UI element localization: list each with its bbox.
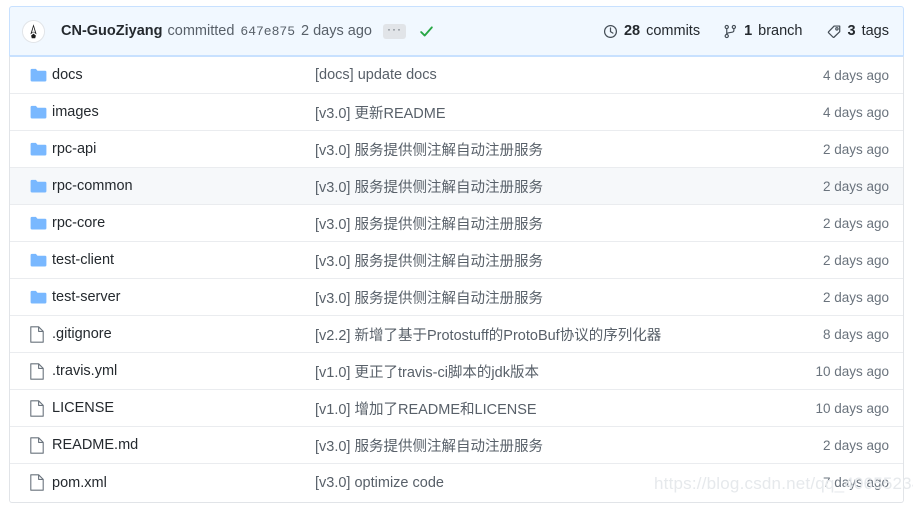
folder-icon bbox=[22, 290, 52, 305]
file-name-link[interactable]: .gitignore bbox=[52, 326, 315, 342]
commits-count: 28 bbox=[623, 23, 641, 39]
branches-label: branch bbox=[758, 23, 803, 39]
file-list: docs [docs] update docs 4 days ago images [v… bbox=[9, 56, 904, 503]
tags-label: tags bbox=[861, 23, 889, 39]
table-row[interactable]: LICENSE [v1.0] 增加了README和LICENSE 10 days a… bbox=[10, 390, 903, 427]
commit-age: 10 days ago bbox=[815, 400, 889, 416]
commit-age: 2 days ago bbox=[822, 437, 889, 453]
commit-sha[interactable]: 647e875 bbox=[240, 24, 295, 39]
table-row[interactable]: .travis.yml [v1.0] 更正了travis-ci脚本的jdk版本 10… bbox=[10, 353, 903, 390]
commit-age: 2 days ago bbox=[822, 141, 889, 157]
file-name-link[interactable]: rpc-api bbox=[52, 141, 315, 157]
table-row[interactable]: images [v3.0] 更新README 4 days ago bbox=[10, 94, 903, 131]
commit-timestamp: 2 days ago bbox=[301, 23, 372, 39]
table-row[interactable]: .gitignore [v2.2] 新增了基于Protostuff的ProtoBu… bbox=[10, 316, 903, 353]
table-row[interactable]: README.md [v3.0] 服务提供侧注解自动注册服务 2 days ago bbox=[10, 427, 903, 464]
commit-age: 2 days ago bbox=[822, 178, 889, 194]
file-name-link[interactable]: README.md bbox=[52, 437, 315, 453]
file-name-link[interactable]: pom.xml bbox=[52, 475, 315, 491]
file-name-link[interactable]: images bbox=[52, 104, 315, 120]
commit-message-link[interactable]: [v3.0] 服务提供侧注解自动注册服务 bbox=[315, 287, 785, 308]
table-row[interactable]: docs [docs] update docs 4 days ago bbox=[10, 57, 903, 94]
commit-age: 2 days ago bbox=[822, 215, 889, 231]
file-icon bbox=[22, 362, 52, 380]
latest-commit-header: CN-GuoZiyang committed 647e875 2 days ag… bbox=[9, 6, 904, 56]
commit-message-link[interactable]: [v3.0] 更新README bbox=[315, 102, 785, 123]
history-icon bbox=[603, 24, 618, 39]
commit-message-link[interactable]: [v1.0] 增加了README和LICENSE bbox=[315, 398, 785, 419]
commit-age: 4 days ago bbox=[822, 104, 889, 120]
commit-message-link[interactable]: [v3.0] 服务提供侧注解自动注册服务 bbox=[315, 139, 785, 160]
table-row[interactable]: rpc-core [v3.0] 服务提供侧注解自动注册服务 2 days ago bbox=[10, 205, 903, 242]
check-green-icon[interactable] bbox=[419, 24, 434, 39]
folder-icon bbox=[22, 142, 52, 157]
commits-stat[interactable]: 28 commits bbox=[603, 23, 700, 39]
commit-age: 10 days ago bbox=[815, 363, 889, 379]
commit-age: 4 days ago bbox=[822, 67, 889, 83]
file-icon bbox=[22, 436, 52, 454]
table-row[interactable]: pom.xml [v3.0] optimize code 7 days ago bbox=[10, 464, 903, 501]
file-name-link[interactable]: test-client bbox=[52, 252, 315, 268]
commit-message-link[interactable]: [v2.2] 新增了基于Protostuff的ProtoBuf协议的序列化器 bbox=[315, 324, 785, 345]
repo-stats: 28 commits 1 branch 3 tags bbox=[603, 23, 889, 39]
folder-icon bbox=[22, 179, 52, 194]
file-name-link[interactable]: rpc-common bbox=[52, 178, 315, 194]
commit-age: 7 days ago bbox=[822, 475, 889, 490]
table-row[interactable]: test-server [v3.0] 服务提供侧注解自动注册服务 2 days ag… bbox=[10, 279, 903, 316]
commit-message-link[interactable]: [v1.0] 更正了travis-ci脚本的jdk版本 bbox=[315, 361, 785, 382]
file-name-link[interactable]: test-server bbox=[52, 289, 315, 305]
file-icon bbox=[22, 474, 52, 491]
folder-icon bbox=[22, 68, 52, 83]
file-name-link[interactable]: .travis.yml bbox=[52, 363, 315, 379]
table-row[interactable]: test-client [v3.0] 服务提供侧注解自动注册服务 2 days ag… bbox=[10, 242, 903, 279]
commit-author[interactable]: CN-GuoZiyang bbox=[61, 23, 163, 39]
commit-message-link[interactable]: [v3.0] optimize code bbox=[315, 475, 785, 491]
branch-icon bbox=[723, 24, 738, 39]
commit-message-link[interactable]: [docs] update docs bbox=[315, 67, 785, 83]
commit-age: 2 days ago bbox=[822, 289, 889, 305]
commit-message-link[interactable]: [v3.0] 服务提供侧注解自动注册服务 bbox=[315, 213, 785, 234]
folder-icon bbox=[22, 105, 52, 120]
branches-stat[interactable]: 1 branch bbox=[723, 23, 803, 39]
tags-count: 3 bbox=[847, 23, 856, 39]
file-name-link[interactable]: LICENSE bbox=[52, 400, 315, 416]
commit-verb-label: committed bbox=[167, 23, 235, 39]
commit-message-link[interactable]: [v3.0] 服务提供侧注解自动注册服务 bbox=[315, 435, 785, 456]
file-icon bbox=[22, 399, 52, 417]
folder-icon bbox=[22, 253, 52, 268]
commit-message-link[interactable]: [v3.0] 服务提供侧注解自动注册服务 bbox=[315, 250, 785, 271]
folder-icon bbox=[22, 216, 52, 231]
expand-commit-message-button[interactable]: ··· bbox=[382, 23, 406, 39]
avatar[interactable] bbox=[22, 19, 45, 43]
commit-age: 8 days ago bbox=[822, 326, 889, 342]
commit-message-link[interactable]: [v3.0] 服务提供侧注解自动注册服务 bbox=[315, 176, 785, 197]
table-row[interactable]: rpc-api [v3.0] 服务提供侧注解自动注册服务 2 days ago bbox=[10, 131, 903, 168]
table-row[interactable]: rpc-common [v3.0] 服务提供侧注解自动注册服务 2 days ago bbox=[10, 168, 903, 205]
file-name-link[interactable]: docs bbox=[52, 67, 315, 83]
tag-icon bbox=[826, 24, 842, 39]
file-name-link[interactable]: rpc-core bbox=[52, 215, 315, 231]
repository-file-browser: CN-GuoZiyang committed 647e875 2 days ag… bbox=[0, 0, 913, 509]
commit-age: 2 days ago bbox=[822, 252, 889, 268]
file-icon bbox=[22, 325, 52, 343]
branches-count: 1 bbox=[744, 23, 753, 39]
tags-stat[interactable]: 3 tags bbox=[826, 23, 889, 39]
commits-label: commits bbox=[646, 23, 701, 39]
